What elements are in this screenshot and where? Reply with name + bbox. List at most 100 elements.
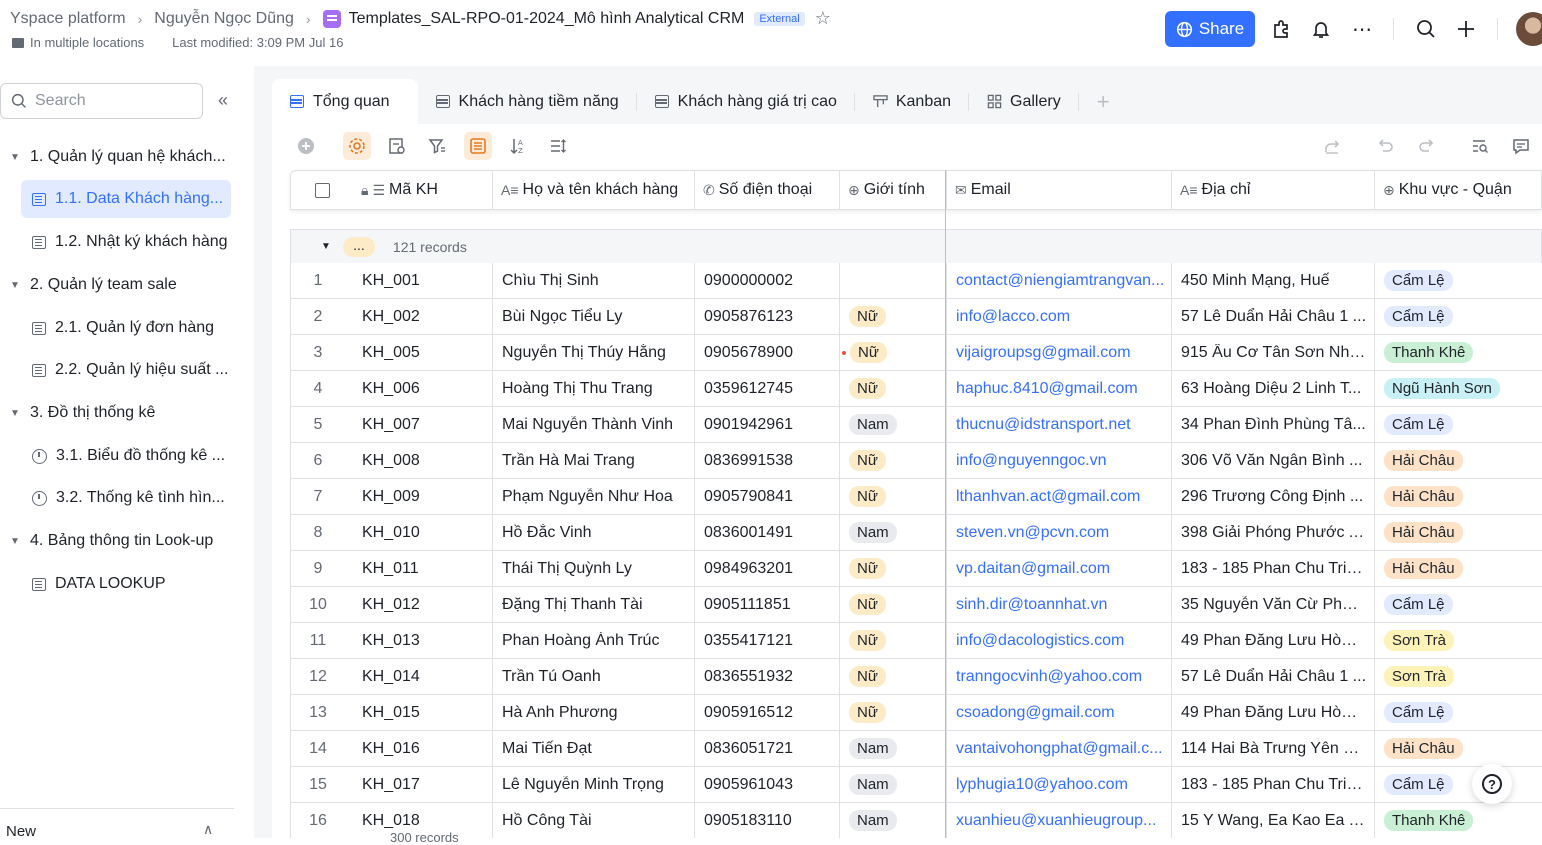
ma-kh-cell[interactable]: KH_011: [353, 551, 493, 586]
caret-down-icon[interactable]: ▼: [0, 280, 30, 291]
column-header-dia-chi[interactable]: A≡ Địa chỉ: [1172, 171, 1375, 209]
gioi-tinh-cell[interactable]: Nữ: [840, 623, 947, 658]
gioi-tinh-cell[interactable]: Nữ: [840, 551, 947, 586]
email-link[interactable]: vijaigroupsg@gmail.com: [956, 344, 1131, 362]
sidebar-item-data-khach-hang[interactable]: 1.1. Data Khách hàng...: [21, 180, 231, 218]
email-link[interactable]: steven.vn@pcvn.com: [956, 524, 1109, 542]
so-dien-thoai-cell[interactable]: 0905790841: [695, 479, 840, 514]
dia-chi-cell[interactable]: 63 Hoàng Diệu 2 Linh T...: [1172, 371, 1375, 406]
gioi-tinh-cell[interactable]: Nữ: [840, 695, 947, 730]
sidebar-folder-team-sale[interactable]: ▼ 2. Quản lý team sale: [0, 266, 240, 304]
ma-kh-cell[interactable]: KH_012: [353, 587, 493, 622]
star-icon[interactable]: ☆: [815, 8, 831, 29]
location-text[interactable]: In multiple locations: [30, 35, 144, 50]
ma-kh-cell[interactable]: KH_006: [353, 371, 493, 406]
ma-kh-cell[interactable]: KH_001: [353, 263, 493, 298]
table-row[interactable]: 10 KH_012 Đặng Thị Thanh Tài 0905111851 Nữ si…: [291, 587, 1542, 623]
column-header-ma-kh[interactable]: 🔒︎ ☰ Mã KH: [353, 171, 493, 209]
form-icon[interactable]: [383, 132, 411, 160]
sidebar-folder-crm[interactable]: ▼ 1. Quản lý quan hệ khách...: [0, 138, 240, 176]
so-dien-thoai-cell[interactable]: 0836001491: [695, 515, 840, 550]
email-link[interactable]: haphuc.8410@gmail.com: [956, 380, 1138, 398]
khu-vuc-cell[interactable]: Cẩm Lệ: [1375, 407, 1542, 442]
filter-icon[interactable]: [423, 132, 451, 160]
gioi-tinh-cell[interactable]: Nữ: [840, 587, 947, 622]
sidebar-item-don-hang[interactable]: 2.1. Quản lý đơn hàng: [21, 309, 231, 347]
tab-tong-quan[interactable]: Tổng quan: [272, 79, 418, 124]
table-row[interactable]: 13 KH_015 Hà Anh Phương 0905916512 Nữ csoadon…: [291, 695, 1542, 731]
email-link[interactable]: tranngocvinh@yahoo.com: [956, 668, 1142, 686]
khu-vuc-cell[interactable]: Thanh Khê: [1375, 803, 1542, 838]
email-link[interactable]: thucnu@idstransport.net: [956, 416, 1131, 434]
khu-vuc-cell[interactable]: Hải Châu: [1375, 515, 1542, 550]
table-row[interactable]: 12 KH_014 Trần Tú Oanh 0836551932 Nữ tranngoc…: [291, 659, 1542, 695]
so-dien-thoai-cell[interactable]: 0359612745: [695, 371, 840, 406]
column-header-so-dien-thoai[interactable]: ✆ Số điện thoại: [695, 171, 840, 209]
frozen-column-divider[interactable]: [945, 170, 946, 838]
ho-ten-cell[interactable]: Hồ Công Tài: [493, 803, 695, 838]
email-cell[interactable]: vp.daitan@gmail.com: [947, 551, 1172, 586]
email-cell[interactable]: lyphugia10@yahoo.com: [947, 767, 1172, 802]
ho-ten-cell[interactable]: Nguyễn Thị Thúy Hằng: [493, 335, 695, 370]
help-button[interactable]: ?: [1472, 764, 1512, 804]
email-cell[interactable]: thucnu@idstransport.net: [947, 407, 1172, 442]
dia-chi-cell[interactable]: 183 - 185 Phan Chu Trin...: [1172, 551, 1375, 586]
plugin-icon[interactable]: [1268, 16, 1294, 42]
table-row[interactable]: 2 KH_002 Bùi Ngọc Tiểu Ly 0905876123 Nữ info@…: [291, 299, 1542, 335]
ma-kh-cell[interactable]: KH_005: [353, 335, 493, 370]
plus-icon[interactable]: [1453, 16, 1479, 42]
sidebar-new-section[interactable]: New ∧: [0, 808, 234, 840]
sidebar-folder-do-thi[interactable]: ▼ 3. Đồ thị thống kê: [0, 394, 240, 432]
email-cell[interactable]: haphuc.8410@gmail.com: [947, 371, 1172, 406]
table-row[interactable]: 6 KH_008 Trần Hà Mai Trang 0836991538 Nữ info…: [291, 443, 1542, 479]
ho-ten-cell[interactable]: Trần Tú Oanh: [493, 659, 695, 694]
email-cell[interactable]: xuanhieu@xuanhieugroup...: [947, 803, 1172, 838]
table-row[interactable]: 15 KH_017 Lê Nguyễn Minh Trọng 0905961043 Na…: [291, 767, 1542, 803]
search-icon[interactable]: [1413, 16, 1439, 42]
select-all-checkbox[interactable]: [291, 171, 353, 209]
comment-icon[interactable]: [1507, 132, 1535, 160]
collapse-sidebar-icon[interactable]: «: [218, 90, 228, 111]
sort-icon[interactable]: AZ: [504, 132, 532, 160]
so-dien-thoai-cell[interactable]: 0355417121: [695, 623, 840, 658]
email-cell[interactable]: contact@niengiamtrangvan...: [947, 263, 1172, 298]
tab-khach-hang-gia-tri-cao[interactable]: Khách hàng giá trị cao: [637, 79, 855, 124]
table-row[interactable]: 11 KH_013 Phan Hoàng Ánh Trúc 0355417121 Nữ i…: [291, 623, 1542, 659]
table-row[interactable]: 7 KH_009 Phạm Nguyễn Như Hoa 0905790841 Nữ lt…: [291, 479, 1542, 515]
email-link[interactable]: contact@niengiamtrangvan...: [956, 272, 1164, 290]
bell-icon[interactable]: [1308, 16, 1334, 42]
caret-down-icon[interactable]: ▼: [0, 408, 30, 419]
email-link[interactable]: csoadong@gmail.com: [956, 704, 1115, 722]
gioi-tinh-cell[interactable]: Nữ: [840, 335, 947, 370]
ma-kh-cell[interactable]: KH_002: [353, 299, 493, 334]
khu-vuc-cell[interactable]: Hải Châu: [1375, 551, 1542, 586]
search-records-icon[interactable]: [1466, 132, 1494, 160]
khu-vuc-cell[interactable]: Sơn Trà: [1375, 623, 1542, 658]
doc-title[interactable]: Templates_SAL-RPO-01-2024_Mô hình Analyt…: [349, 10, 745, 28]
gioi-tinh-cell[interactable]: Nam: [840, 515, 947, 550]
khu-vuc-cell[interactable]: Hải Châu: [1375, 479, 1542, 514]
ho-ten-cell[interactable]: Bùi Ngọc Tiểu Ly: [493, 299, 695, 334]
email-link[interactable]: xuanhieu@xuanhieugroup...: [956, 812, 1156, 830]
so-dien-thoai-cell[interactable]: 0905678900: [695, 335, 840, 370]
so-dien-thoai-cell[interactable]: 0905111851: [695, 587, 840, 622]
email-link[interactable]: lthanhvan.act@gmail.com: [956, 488, 1140, 506]
ho-ten-cell[interactable]: Mai Tiến Đạt: [493, 731, 695, 766]
caret-down-icon[interactable]: ▼: [321, 241, 331, 252]
tab-gallery[interactable]: Gallery: [969, 79, 1079, 124]
undo-icon[interactable]: [1372, 132, 1400, 160]
ma-kh-cell[interactable]: KH_008: [353, 443, 493, 478]
sidebar-item-thong-ke[interactable]: 3.2. Thống kê tình hìn...: [21, 479, 231, 517]
gioi-tinh-cell[interactable]: [840, 263, 947, 298]
checkbox[interactable]: [314, 182, 330, 198]
email-cell[interactable]: sinh.dir@toannhat.vn: [947, 587, 1172, 622]
group-header-row[interactable]: ▼ ... 121 records: [290, 229, 1542, 263]
ho-ten-cell[interactable]: Thái Thị Quỳnh Ly: [493, 551, 695, 586]
khu-vuc-cell[interactable]: Cẩm Lệ: [1375, 263, 1542, 298]
khu-vuc-cell[interactable]: Hải Châu: [1375, 443, 1542, 478]
add-record-icon[interactable]: [292, 132, 320, 160]
sidebar-folder-lookup[interactable]: ▼ 4. Bảng thông tin Look-up: [0, 522, 240, 560]
email-cell[interactable]: info@dacologistics.com: [947, 623, 1172, 658]
ho-ten-cell[interactable]: Đặng Thị Thanh Tài: [493, 587, 695, 622]
table-row[interactable]: 3 KH_005 Nguyễn Thị Thúy Hằng 0905678900 Nữ v…: [291, 335, 1542, 371]
